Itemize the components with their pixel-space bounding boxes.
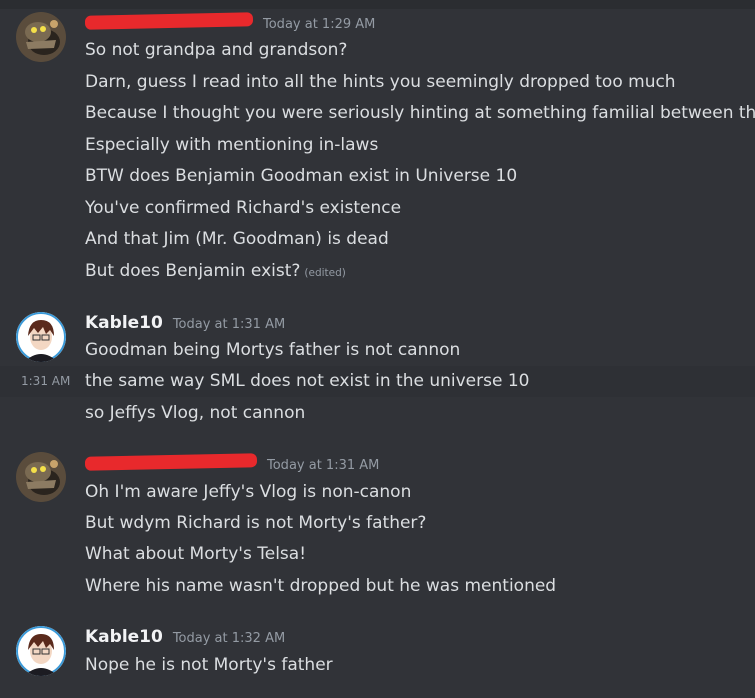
user-avatar[interactable] (16, 452, 66, 502)
user-avatar[interactable] (16, 312, 66, 362)
username[interactable]: Kable10 (85, 627, 163, 647)
edited-label: (edited) (304, 267, 346, 279)
message-line: Oh I'm aware Jeffy's Vlog is non-canon (85, 482, 412, 502)
redaction-mark (84, 453, 258, 471)
message-line: Darn, guess I read into all the hints yo… (85, 72, 676, 92)
message-timestamp: Today at 1:32 AM (172, 631, 286, 646)
user-avatar[interactable] (16, 12, 66, 62)
message-line: But wdym Richard is not Morty's father? (85, 513, 427, 533)
redaction-mark (84, 12, 254, 30)
anime-avatar-icon (16, 312, 66, 362)
creature-avatar-icon (16, 452, 66, 502)
user-avatar[interactable] (16, 626, 66, 676)
message-line: the same way SML does not exist in the u… (85, 371, 530, 391)
message-line: BTW does Benjamin Goodman exist in Unive… (85, 166, 518, 186)
message-line: Especially with mentioning in-laws (85, 135, 379, 155)
message-line: What about Morty's Telsa! (85, 544, 307, 564)
username[interactable]: Kable10 (85, 313, 163, 333)
message-line: Because I thought you were seriously hin… (85, 103, 755, 123)
message-line: You've confirmed Richard's existence (85, 198, 402, 218)
message-line-edited: But does Benjamin exist? (edited) (85, 260, 346, 284)
message-text: But does Benjamin exist? (85, 261, 301, 281)
message-timestamp: Today at 1:31 AM (172, 317, 286, 332)
hover-timestamp: 1:31 AM (21, 374, 71, 388)
message-line: And that Jim (Mr. Goodman) is dead (85, 229, 389, 249)
message-line: so Jeffys Vlog, not cannon (85, 403, 306, 423)
message-line: Where his name wasn't dropped but he was… (85, 576, 557, 596)
message-line: Nope he is not Morty's father (85, 655, 333, 675)
message-line: So not grandpa and grandson? (85, 40, 348, 60)
message-timestamp: Today at 1:29 AM (263, 17, 376, 32)
creature-avatar-icon (16, 12, 66, 62)
message-timestamp: Today at 1:31 AM (267, 458, 380, 473)
anime-avatar-icon (16, 626, 66, 676)
message-line: Goodman being Mortys father is not canno… (85, 340, 461, 360)
top-strip (0, 0, 755, 9)
